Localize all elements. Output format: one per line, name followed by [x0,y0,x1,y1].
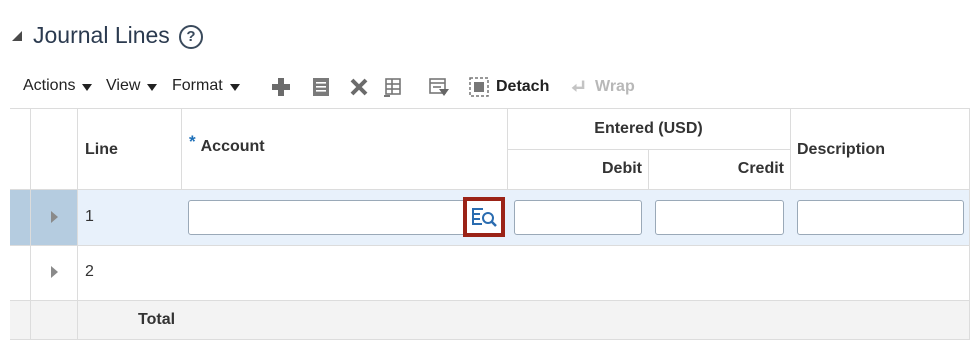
query-by-example-icon[interactable] [428,76,450,98]
column-header-credit[interactable]: Credit [648,160,784,178]
journal-lines-table: Line * Account Entered (USD) Debit Credi… [10,108,970,340]
line-number: 2 [85,263,94,280]
column-header-debit[interactable]: Debit [507,160,642,178]
chevron-down-icon [147,84,158,91]
total-label: Total [138,311,176,328]
help-icon[interactable]: ? [179,25,203,49]
format-menu-label: Format [172,77,223,94]
account-lookup-button[interactable] [463,197,505,237]
line-number: 1 [85,208,94,225]
edit-icon[interactable] [310,76,332,98]
column-header-line[interactable]: Line [85,141,118,159]
column-group-header-entered: Entered (USD) [594,120,703,137]
credit-input[interactable] [655,200,784,235]
account-input[interactable] [188,200,504,235]
debit-input[interactable] [514,200,642,235]
wrap-icon [570,78,588,96]
view-menu[interactable]: View [106,77,158,95]
search-list-icon [472,208,497,227]
column-header-account[interactable]: * Account [189,132,265,156]
table-row[interactable] [10,245,970,300]
row-expand-icon[interactable] [51,211,58,223]
description-input[interactable] [797,200,964,235]
actions-menu[interactable]: Actions [23,77,93,95]
chevron-down-icon [82,84,93,91]
view-menu-label: View [106,77,141,94]
freeze-icon[interactable] [382,76,404,98]
chevron-down-icon [229,84,240,91]
collapse-triangle-icon[interactable] [10,30,24,42]
section-title: Journal Lines [33,22,170,48]
wrap-button: Wrap [595,78,635,95]
account-header-label: Account [200,138,265,155]
delete-icon[interactable] [348,76,370,98]
required-marker: * [189,132,196,151]
column-header-description[interactable]: Description [797,141,885,159]
detach-button[interactable]: Detach [496,78,549,96]
row-expand-icon[interactable] [51,266,58,278]
add-icon[interactable] [270,76,292,98]
actions-menu-label: Actions [23,77,76,94]
detach-icon[interactable] [468,76,490,98]
format-menu[interactable]: Format [172,77,240,95]
row-selection-indicator [10,189,77,245]
